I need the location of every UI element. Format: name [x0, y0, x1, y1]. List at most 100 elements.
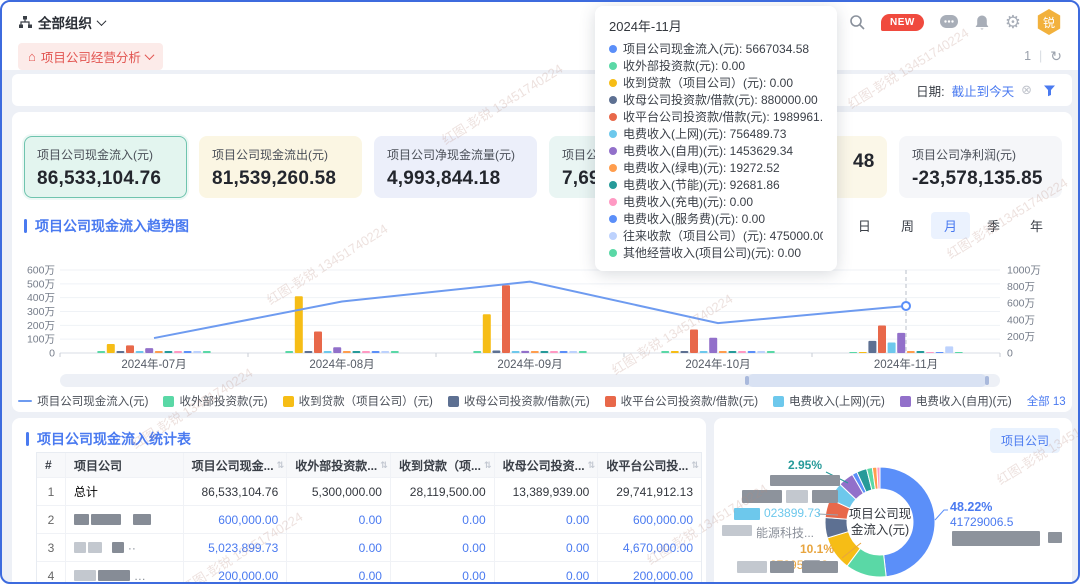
- period-年[interactable]: 年: [1017, 212, 1056, 239]
- datazoom-slider[interactable]: [60, 374, 1000, 387]
- sort-icon[interactable]: ⇅: [277, 460, 285, 471]
- metric-value[interactable]: 0.00: [286, 506, 390, 533]
- message-icon[interactable]: [939, 14, 959, 30]
- bar[interactable]: [878, 325, 886, 353]
- metric-value[interactable]: 0.00: [494, 562, 598, 584]
- gear-icon[interactable]: ⚙: [1005, 13, 1021, 31]
- metric-value[interactable]: 200,000.00: [183, 562, 287, 584]
- org-selector[interactable]: 全部组织: [18, 12, 105, 32]
- date-filter-value[interactable]: 截止到今天: [952, 81, 1015, 100]
- bar[interactable]: [671, 351, 679, 353]
- bar[interactable]: [372, 351, 380, 353]
- bar[interactable]: [936, 352, 944, 353]
- kpi-card-6[interactable]: 项目公司净利润(元)-23,578,135.85: [899, 136, 1062, 198]
- bar[interactable]: [907, 351, 915, 353]
- bar[interactable]: [926, 352, 934, 353]
- search-icon[interactable]: [849, 14, 866, 31]
- bar[interactable]: [314, 332, 322, 353]
- bar[interactable]: [391, 351, 399, 353]
- bar[interactable]: [955, 352, 963, 353]
- bar[interactable]: [174, 351, 182, 353]
- metric-value[interactable]: 5,023,899.73: [183, 534, 287, 561]
- legend-item[interactable]: 收平台公司投资款/借款(元): [605, 393, 758, 409]
- bar[interactable]: [738, 351, 746, 353]
- legend-show-all-link[interactable]: 全部 13: [1027, 393, 1066, 409]
- bar[interactable]: [285, 351, 293, 353]
- bar[interactable]: [492, 351, 500, 353]
- bar[interactable]: [333, 347, 341, 353]
- legend-item[interactable]: 电费收入(自用)(元): [900, 393, 1012, 409]
- bar[interactable]: [97, 351, 105, 353]
- bar[interactable]: [502, 285, 510, 353]
- bar[interactable]: [728, 351, 736, 353]
- bar[interactable]: [709, 338, 717, 353]
- bar[interactable]: [680, 351, 688, 353]
- bar[interactable]: [512, 351, 520, 353]
- metric-value[interactable]: 4,670,000.00: [597, 534, 701, 561]
- bar[interactable]: [304, 351, 312, 353]
- table-row[interactable]: 1总计86,533,104.765,300,000.0028,119,500.0…: [37, 477, 701, 505]
- legend-item[interactable]: 收外部投资款(元): [163, 393, 267, 409]
- bar[interactable]: [483, 314, 491, 353]
- table-row[interactable]: 2600,000.000.000.000.00600,000.00: [37, 505, 701, 533]
- period-周[interactable]: 周: [888, 212, 927, 239]
- sort-icon[interactable]: ⇅: [588, 460, 596, 471]
- metric-value[interactable]: 0.00: [494, 534, 598, 561]
- column-header[interactable]: 收平台公司投...⇅: [597, 453, 701, 477]
- bar[interactable]: [362, 351, 370, 353]
- metric-value[interactable]: 0.00: [390, 562, 494, 584]
- metric-value[interactable]: 0.00: [494, 506, 598, 533]
- bar[interactable]: [473, 351, 481, 353]
- metric-value[interactable]: 0.00: [286, 562, 390, 584]
- bar[interactable]: [945, 346, 953, 353]
- bar[interactable]: [897, 333, 905, 353]
- sort-icon[interactable]: ⇅: [484, 460, 492, 471]
- legend-item[interactable]: 收到贷款（项目公司）(元): [283, 393, 433, 409]
- legend-item[interactable]: 收母公司投资款/借款(元): [448, 393, 590, 409]
- bar[interactable]: [295, 296, 303, 353]
- bar[interactable]: [569, 351, 577, 353]
- metric-value[interactable]: 600,000.00: [597, 506, 701, 533]
- legend-item[interactable]: 项目公司现金流入(元): [18, 393, 148, 409]
- bar[interactable]: [767, 351, 775, 353]
- bar[interactable]: [184, 351, 192, 353]
- period-日[interactable]: 日: [845, 212, 884, 239]
- bar[interactable]: [690, 329, 698, 353]
- bar[interactable]: [719, 351, 727, 353]
- bar[interactable]: [521, 351, 529, 353]
- column-header[interactable]: 收母公司投资...⇅: [494, 453, 598, 477]
- bell-icon[interactable]: [974, 14, 990, 31]
- bar[interactable]: [107, 344, 115, 353]
- column-header[interactable]: 项目公司现金...⇅: [183, 453, 287, 477]
- bar[interactable]: [343, 351, 351, 353]
- trend-chart-canvas[interactable]: 600万500万400万300万200万100万01000万800万600万40…: [12, 248, 1072, 376]
- datazoom-handle-left[interactable]: [745, 376, 749, 385]
- table-row[interactable]: 4…200,000.000.000.000.00200,000.00: [37, 561, 701, 584]
- bar[interactable]: [164, 351, 172, 353]
- table-row[interactable]: 3··5,023,899.730.000.000.004,670,000.00: [37, 533, 701, 561]
- bar[interactable]: [381, 351, 389, 353]
- sort-icon[interactable]: ⇅: [691, 460, 699, 471]
- bar[interactable]: [757, 351, 765, 353]
- metric-value[interactable]: 0.00: [390, 506, 494, 533]
- bar[interactable]: [888, 343, 896, 353]
- avatar[interactable]: 锐: [1036, 9, 1062, 35]
- metric-value[interactable]: 600,000.00: [183, 506, 287, 533]
- bar[interactable]: [748, 351, 756, 353]
- bar[interactable]: [531, 351, 539, 353]
- refresh-icon[interactable]: ↻: [1050, 48, 1062, 65]
- datazoom-window[interactable]: [747, 374, 987, 387]
- column-header[interactable]: 收外部投资款...⇅: [286, 453, 390, 477]
- bar[interactable]: [661, 351, 669, 353]
- metric-value[interactable]: 0.00: [286, 534, 390, 561]
- legend-item[interactable]: 电费收入(上网)(元): [773, 393, 885, 409]
- bar[interactable]: [193, 351, 201, 353]
- bar[interactable]: [116, 351, 124, 353]
- bar[interactable]: [579, 351, 587, 353]
- metric-value[interactable]: 200,000.00: [597, 562, 701, 584]
- kpi-card-3[interactable]: 项目公司净现金流量(元)4,993,844.18: [374, 136, 537, 198]
- bar[interactable]: [155, 351, 163, 353]
- metric-value[interactable]: 0.00: [390, 534, 494, 561]
- bar[interactable]: [868, 341, 876, 353]
- bar[interactable]: [859, 352, 867, 353]
